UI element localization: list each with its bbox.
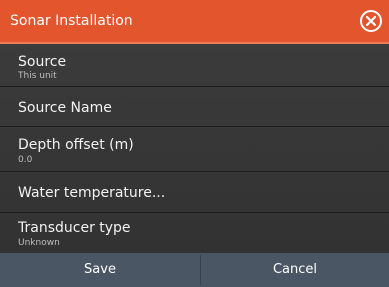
source-name-label: Source Name <box>18 100 112 116</box>
depth-offset-label: Depth offset (m) <box>18 137 134 153</box>
list-item-depth-offset[interactable]: Depth offset (m) 0.0 <box>0 127 389 172</box>
dialog-title: Sonar Installation <box>10 13 133 29</box>
depth-offset-value: 0.0 <box>18 155 33 165</box>
source-label: Source <box>18 54 67 70</box>
dialog-title-bar: Sonar Installation <box>0 0 389 44</box>
cancel-button[interactable]: Cancel <box>201 253 389 287</box>
source-value: This unit <box>18 71 57 81</box>
transducer-type-label: Transducer type <box>18 220 131 236</box>
list-item-transducer-type[interactable]: Transducer type Unknown <box>0 213 389 253</box>
sonar-installation-dialog: Sonar Installation Source This unit Sour… <box>0 0 389 287</box>
close-icon[interactable] <box>359 9 383 33</box>
list-item-water-temperature[interactable]: Water temperature... <box>0 172 389 213</box>
transducer-type-value: Unknown <box>18 238 60 248</box>
list-item-source[interactable]: Source This unit <box>0 44 389 87</box>
save-button[interactable]: Save <box>0 253 200 287</box>
list-item-source-name[interactable]: Source Name <box>0 87 389 127</box>
dialog-footer: Save Cancel <box>0 253 389 287</box>
water-temperature-label: Water temperature... <box>18 185 166 201</box>
settings-list: Source This unit Source Name Depth offse… <box>0 44 389 253</box>
